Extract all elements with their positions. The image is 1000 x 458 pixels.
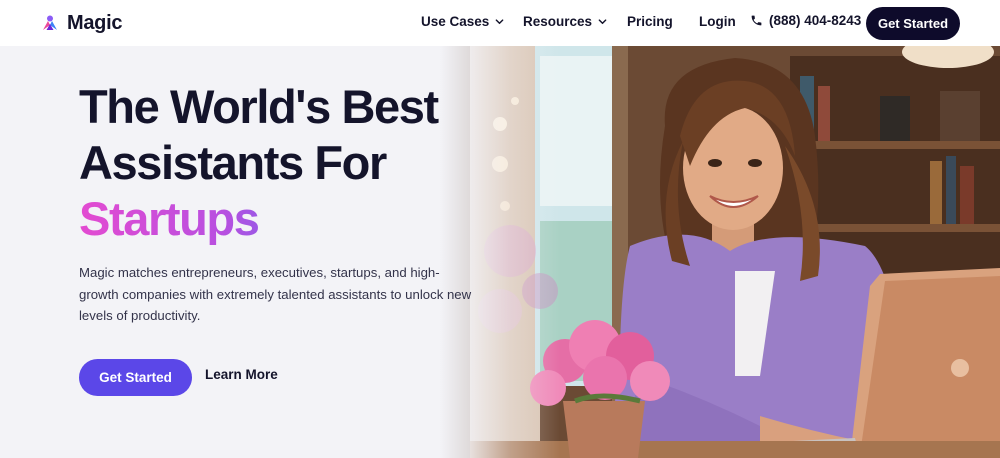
hero-get-started-button[interactable]: Get Started [79, 359, 192, 396]
nav-resources[interactable]: Resources [523, 14, 607, 29]
magic-logo-icon [43, 15, 57, 30]
phone-icon [751, 15, 762, 26]
nav-pricing-label: Pricing [627, 14, 673, 29]
nav-pricing[interactable]: Pricing [627, 14, 673, 29]
headline-line-2: Assistants For [79, 136, 387, 189]
chevron-down-icon [598, 19, 607, 25]
nav-login-label: Login [699, 14, 736, 29]
headline-line-1: The World's Best [79, 80, 439, 133]
nav-use-cases-label: Use Cases [421, 14, 490, 29]
brand-name: Magic [67, 11, 123, 34]
nav-login[interactable]: Login [699, 14, 736, 29]
hero-headline: The World's Best Assistants For Startups [79, 79, 439, 247]
nav-resources-label: Resources [523, 14, 593, 29]
nav-use-cases[interactable]: Use Cases [421, 14, 504, 29]
chevron-down-icon [495, 19, 504, 25]
hero-section: The World's Best Assistants For Startups… [0, 46, 1000, 458]
phone-link[interactable]: (888) 404-8243 [750, 13, 861, 28]
top-nav: Magic Use Cases Resources Pricing Login … [0, 0, 1000, 46]
headline-accent: Startups [79, 191, 438, 247]
phone-number: (888) 404-8243 [769, 13, 862, 28]
nav-get-started-button[interactable]: Get Started [866, 7, 960, 40]
hero-description: Magic matches entrepreneurs, executives,… [79, 265, 472, 323]
learn-more-link[interactable]: Learn More [205, 367, 278, 382]
brand-logo[interactable]: Magic [41, 10, 122, 36]
